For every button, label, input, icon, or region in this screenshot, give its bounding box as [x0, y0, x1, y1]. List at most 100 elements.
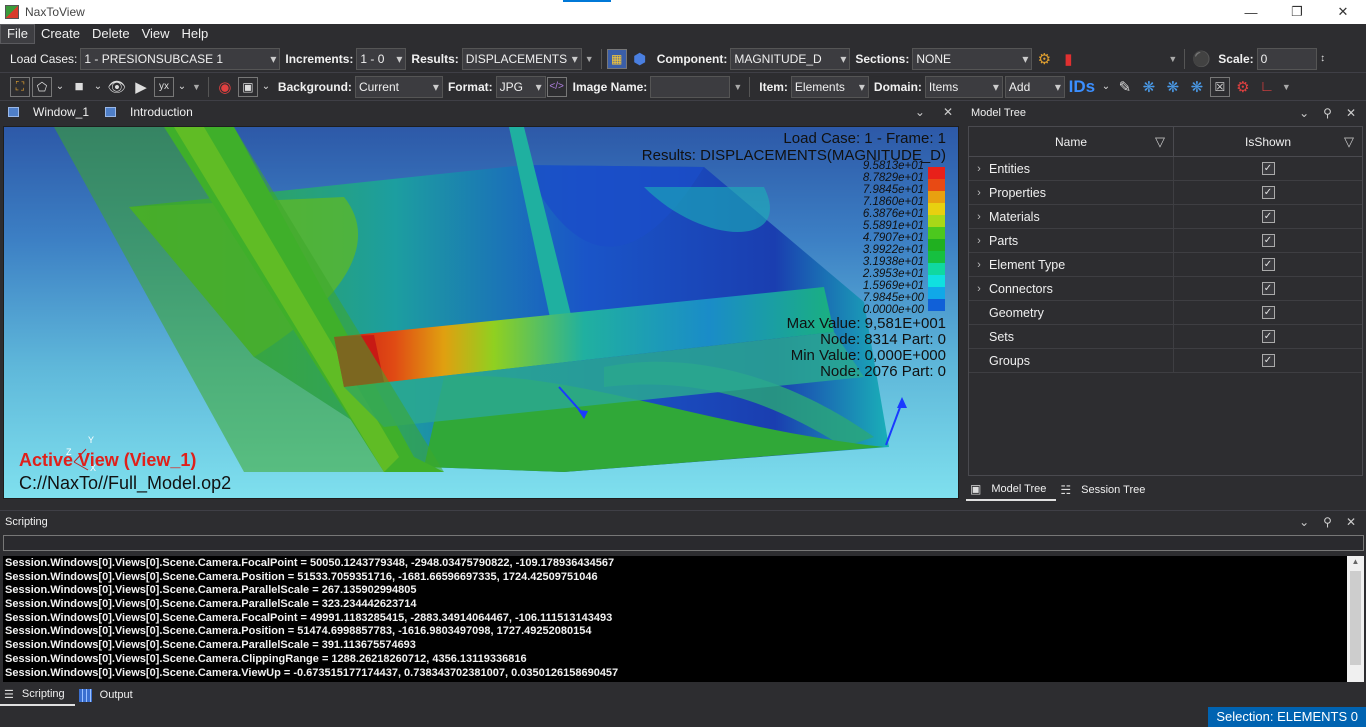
close-button[interactable]: ✕: [1320, 0, 1366, 24]
scale-gauge-icon[interactable]: ⚫: [1190, 48, 1212, 70]
menu-help[interactable]: Help: [176, 24, 215, 44]
chevron-down-icon[interactable]: ⌄: [260, 76, 272, 98]
item-select[interactable]: Elements: [790, 75, 869, 98]
code-icon[interactable]: </>: [546, 76, 567, 97]
scroll-up-icon[interactable]: ▲: [1347, 556, 1364, 568]
toolbar-overflow-icon[interactable]: ▼: [1168, 54, 1177, 64]
chevron-right-icon[interactable]: ›: [969, 235, 989, 247]
color-bar-icon[interactable]: ▮: [1057, 48, 1079, 70]
column-isshown-header[interactable]: IsShown ▽: [1174, 127, 1362, 156]
pin-icon[interactable]: ⚲: [1323, 106, 1332, 120]
isshown-checkbox[interactable]: ✓: [1261, 354, 1275, 367]
load-cases-select[interactable]: 1 - PRESIONSUBCASE 1: [80, 47, 281, 70]
filter-icon[interactable]: ▽: [1155, 134, 1165, 150]
tab-window-1[interactable]: Window_1: [0, 101, 97, 123]
chevron-right-icon[interactable]: ›: [969, 283, 989, 295]
isshown-checkbox[interactable]: ✓: [1261, 186, 1275, 199]
mesh-add-icon[interactable]: ❋: [1162, 76, 1184, 98]
chevron-down-icon[interactable]: ⌄: [1299, 515, 1309, 529]
menu-delete[interactable]: Delete: [86, 24, 136, 44]
tab-model-tree[interactable]: ▣ Model Tree: [966, 479, 1057, 501]
toolbar-overflow-icon[interactable]: ▼: [585, 54, 594, 64]
toolbar-overflow-icon[interactable]: ▼: [192, 82, 201, 92]
close-icon[interactable]: ✕: [1346, 106, 1356, 120]
isshown-checkbox[interactable]: ✓: [1261, 258, 1275, 271]
menu-create[interactable]: Create: [35, 24, 86, 44]
scale-input[interactable]: 0: [1256, 47, 1317, 70]
brush-icon[interactable]: ✎: [1114, 76, 1136, 98]
isshown-checkbox[interactable]: ✓: [1261, 306, 1275, 319]
tree-row-element-type[interactable]: › Element Type ✓: [969, 253, 1362, 277]
gear-select-icon[interactable]: ⚙: [1232, 76, 1254, 98]
isshown-checkbox[interactable]: ✓: [1261, 162, 1275, 175]
mesh-select-icon[interactable]: ❋: [1138, 76, 1160, 98]
filter-icon[interactable]: ▽: [1344, 134, 1354, 150]
3d-viewport[interactable]: Load Case: 1 - Frame: 1 Results: DISPLAC…: [3, 126, 959, 499]
cube-icon[interactable]: ⬢: [629, 48, 651, 70]
axes-icon[interactable]: yx: [154, 76, 174, 97]
chevron-down-icon[interactable]: ⌄: [92, 76, 104, 98]
ids-button[interactable]: IDs: [1066, 76, 1098, 98]
minimize-button[interactable]: —: [1228, 0, 1274, 24]
shaded-cube-icon[interactable]: ■: [68, 76, 90, 98]
add-mode-select[interactable]: Add: [1004, 75, 1065, 98]
tree-row-properties[interactable]: › Properties ✓: [969, 181, 1362, 205]
tab-scripting[interactable]: ☰ Scripting: [0, 684, 75, 706]
measure-icon[interactable]: ∟: [1256, 76, 1278, 98]
tree-row-parts[interactable]: › Parts ✓: [969, 229, 1362, 253]
chevron-right-icon[interactable]: ›: [969, 187, 989, 199]
chevron-down-icon[interactable]: ⌄: [54, 76, 66, 98]
tree-row-sets[interactable]: Sets ✓: [969, 325, 1362, 349]
maximize-button[interactable]: ❐: [1274, 0, 1320, 24]
background-select[interactable]: Current: [354, 75, 443, 98]
chevron-right-icon[interactable]: ›: [969, 163, 989, 175]
console-scrollbar[interactable]: ▲: [1347, 556, 1364, 682]
column-name-header[interactable]: Name ▽: [969, 127, 1174, 156]
tree-row-geometry[interactable]: Geometry ✓: [969, 301, 1362, 325]
screenshot-camera-icon[interactable]: ◉: [214, 76, 236, 98]
box-select-icon[interactable]: ☒: [1209, 76, 1230, 97]
tree-row-entities[interactable]: › Entities ✓: [969, 157, 1362, 181]
component-select[interactable]: MAGNITUDE_D: [730, 47, 851, 70]
tab-session-tree[interactable]: ☵ Session Tree: [1056, 479, 1155, 501]
chevron-right-icon[interactable]: ›: [969, 211, 989, 223]
view-orientation-icon[interactable]: ⬠: [32, 76, 52, 97]
tab-introduction[interactable]: Introduction: [97, 101, 201, 123]
isshown-checkbox[interactable]: ✓: [1261, 210, 1275, 223]
tab-output[interactable]: Output: [75, 684, 143, 706]
menu-file[interactable]: File: [0, 24, 35, 44]
fem-model-render[interactable]: [4, 127, 959, 499]
close-icon[interactable]: ✕: [943, 105, 953, 119]
tree-row-materials[interactable]: › Materials ✓: [969, 205, 1362, 229]
chevron-down-icon[interactable]: ⌄: [1299, 106, 1309, 120]
close-icon[interactable]: ✕: [1346, 515, 1356, 529]
tree-row-connectors[interactable]: › Connectors ✓: [969, 277, 1362, 301]
script-command-input[interactable]: [3, 535, 1364, 551]
toolbar-overflow-icon[interactable]: ▼: [1282, 82, 1291, 92]
fit-view-icon[interactable]: ⛶: [10, 76, 30, 97]
results-select[interactable]: DISPLACEMENTS: [461, 47, 582, 70]
scale-stepper-icon[interactable]: ↕: [1318, 48, 1328, 70]
mesh-remove-icon[interactable]: ❋: [1186, 76, 1208, 98]
camera-video-icon[interactable]: ▶: [130, 76, 152, 98]
chevron-right-icon[interactable]: ›: [969, 259, 989, 271]
isshown-checkbox[interactable]: ✓: [1261, 234, 1275, 247]
menu-view[interactable]: View: [136, 24, 176, 44]
isshown-checkbox[interactable]: ✓: [1261, 282, 1275, 295]
save-disk-icon[interactable]: ▣: [237, 76, 258, 97]
sections-select[interactable]: NONE: [912, 47, 1033, 70]
isshown-checkbox[interactable]: ✓: [1261, 330, 1275, 343]
format-select[interactable]: JPG: [495, 75, 546, 98]
increments-select[interactable]: 1 - 0: [356, 47, 407, 70]
color-cube-icon[interactable]: ▦: [606, 48, 627, 69]
chevron-down-icon[interactable]: ⌄: [915, 105, 925, 119]
chevron-down-icon[interactable]: ⌄: [1100, 76, 1112, 98]
chevron-down-icon[interactable]: ⌄: [176, 76, 188, 98]
pin-icon[interactable]: ⚲: [1323, 515, 1332, 529]
visibility-eye-icon[interactable]: 👁: [106, 76, 128, 98]
tree-row-groups[interactable]: Groups ✓: [969, 349, 1362, 373]
image-name-input[interactable]: [650, 75, 731, 98]
settings-gear-icon[interactable]: ⚙: [1033, 48, 1055, 70]
toolbar-overflow-icon[interactable]: ▼: [733, 82, 742, 92]
domain-select[interactable]: Items: [924, 75, 1003, 98]
